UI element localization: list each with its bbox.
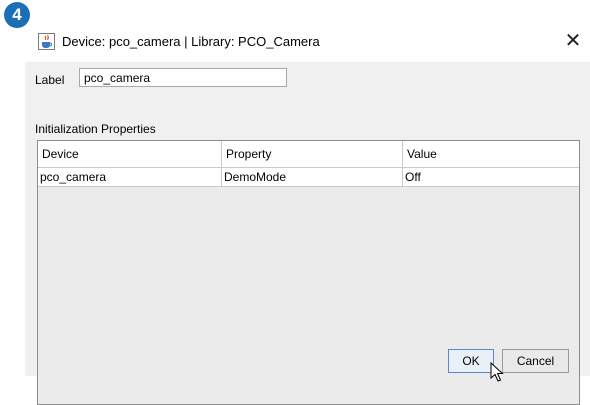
init-properties-title: Initialization Properties — [35, 122, 156, 136]
title-bar: 4 Device: pco_camera | Library: PCO_Came… — [0, 0, 590, 62]
cell-property[interactable]: DemoMode — [222, 168, 403, 186]
ok-button[interactable]: OK — [448, 349, 494, 373]
cell-value[interactable]: Off — [403, 168, 579, 186]
table-header: Device Property Value — [38, 141, 579, 168]
cell-device[interactable]: pco_camera — [38, 168, 222, 186]
column-header-property[interactable]: Property — [222, 141, 403, 167]
java-cup-icon — [38, 33, 55, 50]
cancel-button[interactable]: Cancel — [502, 349, 569, 373]
dialog-content: Label Initialization Properties Device P… — [25, 62, 590, 405]
window-title: Device: pco_camera | Library: PCO_Camera — [62, 34, 320, 49]
close-icon: ✕ — [564, 30, 582, 52]
mouse-pointer-icon — [490, 362, 504, 382]
close-button[interactable]: ✕ — [560, 28, 586, 54]
column-header-value[interactable]: Value — [403, 141, 579, 167]
label-input[interactable] — [79, 68, 287, 87]
step-badge: 4 — [4, 2, 30, 28]
table-row[interactable]: pco_camera DemoMode Off — [38, 168, 579, 187]
column-header-device[interactable]: Device — [38, 141, 222, 167]
label-caption: Label — [35, 73, 65, 87]
